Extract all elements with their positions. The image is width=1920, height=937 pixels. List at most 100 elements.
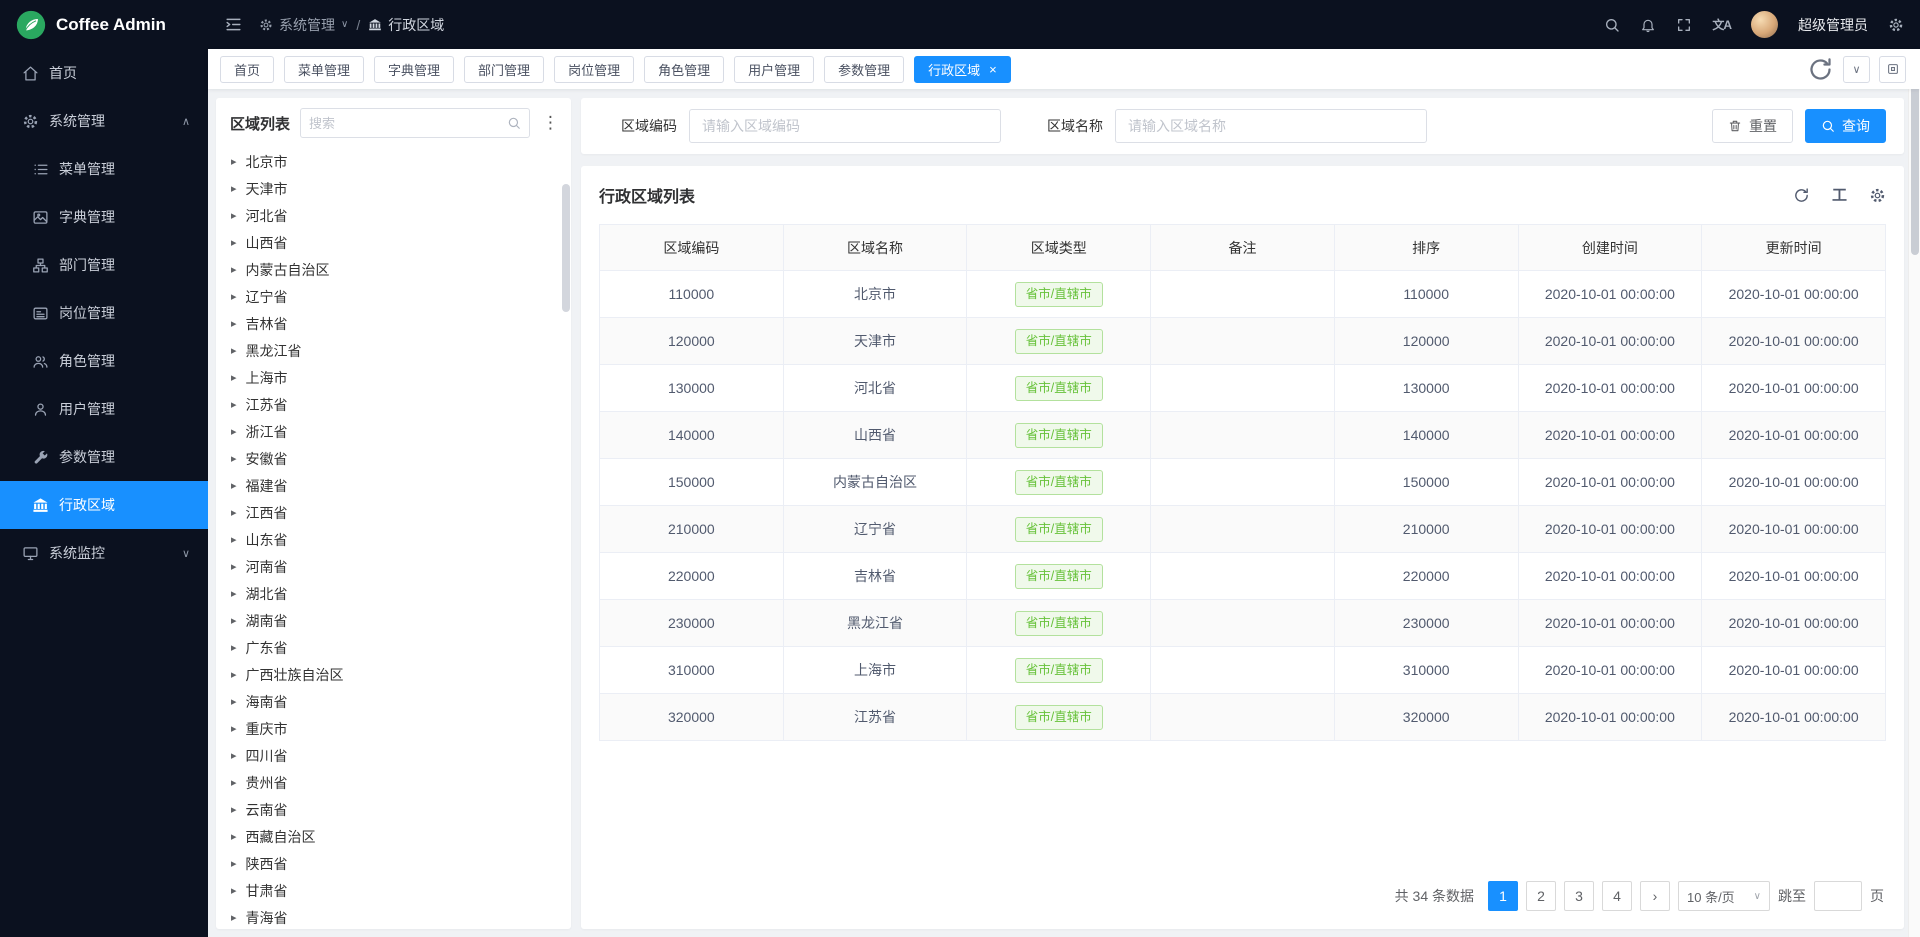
page-button[interactable]: 2 [1526, 881, 1556, 911]
tree-search-input[interactable] [309, 116, 507, 131]
cell-sort: 320000 [1334, 694, 1518, 741]
search-icon[interactable] [507, 116, 521, 130]
sidebar-item-role-management[interactable]: 角色管理 [0, 337, 208, 385]
sidebar-item-parameter-management[interactable]: 参数管理 [0, 433, 208, 481]
tab[interactable]: 菜单管理 × [284, 56, 364, 83]
tree-item[interactable]: ▸ 青海省 [216, 904, 571, 929]
tree-item[interactable]: ▸ 安徽省 [216, 445, 571, 472]
tab[interactable]: 参数管理 × [824, 56, 904, 83]
caret-right-icon: ▸ [231, 641, 237, 654]
sidebar-item-home[interactable]: 首页 [0, 49, 208, 97]
tree-item[interactable]: ▸ 河南省 [216, 553, 571, 580]
sidebar-item-admin-region[interactable]: 行政区域 [0, 481, 208, 529]
page-button[interactable]: 1 [1488, 881, 1518, 911]
tree-item[interactable]: ▸ 广东省 [216, 634, 571, 661]
tree-item[interactable]: ▸ 重庆市 [216, 715, 571, 742]
breadcrumb-parent[interactable]: 系统管理 ∨ [259, 15, 348, 35]
tab[interactable]: 行政区域 × [914, 56, 1011, 83]
user-name[interactable]: 超级管理员 [1798, 15, 1868, 35]
translate-icon[interactable]: 文A [1712, 16, 1731, 33]
tab[interactable]: 用户管理 × [734, 56, 814, 83]
settings-gear-icon[interactable] [1888, 17, 1904, 33]
sidebar-group-system-management[interactable]: 系统管理 ∧ [0, 97, 208, 145]
tree-item[interactable]: ▸ 吉林省 [216, 310, 571, 337]
tab[interactable]: 岗位管理 × [554, 56, 634, 83]
avatar[interactable] [1751, 11, 1778, 38]
region-type-badge: 省市/直辖市 [1015, 658, 1103, 683]
tree-item[interactable]: ▸ 河北省 [216, 202, 571, 229]
tree-item[interactable]: ▸ 山东省 [216, 526, 571, 553]
sidebar-item-user-management[interactable]: 用户管理 [0, 385, 208, 433]
tree-item[interactable]: ▸ 黑龙江省 [216, 337, 571, 364]
tab[interactable]: 部门管理 × [464, 56, 544, 83]
cell-region-type: 省市/直辖市 [967, 271, 1151, 318]
column-header: 备注 [1151, 225, 1335, 271]
reset-button[interactable]: 重置 [1712, 109, 1793, 143]
jump-page-input[interactable] [1814, 881, 1862, 911]
cell-updated-time: 2020-10-01 00:00:00 [1702, 412, 1886, 459]
region-type-badge: 省市/直辖市 [1015, 517, 1103, 542]
cell-remark [1151, 694, 1335, 741]
region-code-input[interactable] [689, 109, 1001, 143]
pagination: 共 34 条数据 1 2 3 4 › 10 条/页 ∨ 跳至 页 [599, 867, 1886, 929]
table-row: 230000 黑龙江省 省市/直辖市 230000 2020-10-01 00:… [600, 600, 1886, 647]
tree-item[interactable]: ▸ 上海市 [216, 364, 571, 391]
tree-item[interactable]: ▸ 江西省 [216, 499, 571, 526]
caret-right-icon: ▸ [231, 452, 237, 465]
tree-item[interactable]: ▸ 辽宁省 [216, 283, 571, 310]
region-name-input[interactable] [1115, 109, 1427, 143]
tree-item[interactable]: ▸ 云南省 [216, 796, 571, 823]
tree-item[interactable]: ▸ 浙江省 [216, 418, 571, 445]
search-icon[interactable] [1604, 17, 1620, 33]
density-icon[interactable]: 工 [1832, 188, 1847, 203]
table-row: 110000 北京市 省市/直辖市 110000 2020-10-01 00:0… [600, 271, 1886, 318]
search-button[interactable]: 查询 [1805, 109, 1886, 143]
column-settings-gear-icon[interactable] [1869, 187, 1886, 204]
collapse-sidebar-icon[interactable] [224, 15, 243, 34]
tree-item[interactable]: ▸ 湖北省 [216, 580, 571, 607]
tab[interactable]: 首页 × [220, 56, 274, 83]
tree-scrollbar[interactable] [562, 144, 570, 925]
refresh-tabs-icon[interactable] [1807, 56, 1834, 83]
breadcrumb: 系统管理 ∨ / 行政区域 [259, 15, 444, 35]
sidebar-item-menu-management[interactable]: 菜单管理 [0, 145, 208, 193]
tree-item[interactable]: ▸ 北京市 [216, 148, 571, 175]
tree-item[interactable]: ▸ 西藏自治区 [216, 823, 571, 850]
tree-item[interactable]: ▸ 海南省 [216, 688, 571, 715]
sidebar-item-dictionary-management[interactable]: 字典管理 [0, 193, 208, 241]
bell-icon[interactable] [1640, 17, 1656, 33]
sidebar-item-position-management[interactable]: 岗位管理 [0, 289, 208, 337]
tree-item[interactable]: ▸ 四川省 [216, 742, 571, 769]
cell-region-type: 省市/直辖市 [967, 459, 1151, 506]
tree-item[interactable]: ▸ 贵州省 [216, 769, 571, 796]
tree-item[interactable]: ▸ 湖南省 [216, 607, 571, 634]
refresh-icon[interactable] [1793, 187, 1810, 204]
fullscreen-icon[interactable] [1676, 17, 1692, 33]
tree-item[interactable]: ▸ 山西省 [216, 229, 571, 256]
sidebar-group-system-monitor[interactable]: 系统监控 ∨ [0, 529, 208, 577]
tree-item[interactable]: ▸ 福建省 [216, 472, 571, 499]
person-icon [32, 401, 49, 418]
tree-scrollbar-thumb[interactable] [562, 184, 570, 312]
tab-options-dropdown[interactable]: ∨ [1843, 56, 1870, 83]
tree-item[interactable]: ▸ 天津市 [216, 175, 571, 202]
logo-text: Coffee Admin [56, 15, 166, 35]
tab[interactable]: 角色管理 × [644, 56, 724, 83]
tab[interactable]: 字典管理 × [374, 56, 454, 83]
more-options-icon[interactable]: ⋮ [540, 113, 561, 133]
page-button[interactable]: 3 [1564, 881, 1594, 911]
tree-item[interactable]: ▸ 陕西省 [216, 850, 571, 877]
next-page-button[interactable]: › [1640, 881, 1670, 911]
cell-region-code: 230000 [600, 600, 784, 647]
tree-item[interactable]: ▸ 内蒙古自治区 [216, 256, 571, 283]
tree-item[interactable]: ▸ 广西壮族自治区 [216, 661, 571, 688]
logo[interactable]: Coffee Admin [0, 0, 208, 49]
close-icon[interactable]: × [989, 63, 997, 76]
page-scrollbar[interactable] [1908, 49, 1920, 937]
sidebar-item-department-management[interactable]: 部门管理 [0, 241, 208, 289]
tree-item[interactable]: ▸ 甘肃省 [216, 877, 571, 904]
content-fullscreen-icon[interactable] [1879, 56, 1906, 83]
page-button[interactable]: 4 [1602, 881, 1632, 911]
tree-item[interactable]: ▸ 江苏省 [216, 391, 571, 418]
page-size-select[interactable]: 10 条/页 ∨ [1678, 881, 1770, 911]
